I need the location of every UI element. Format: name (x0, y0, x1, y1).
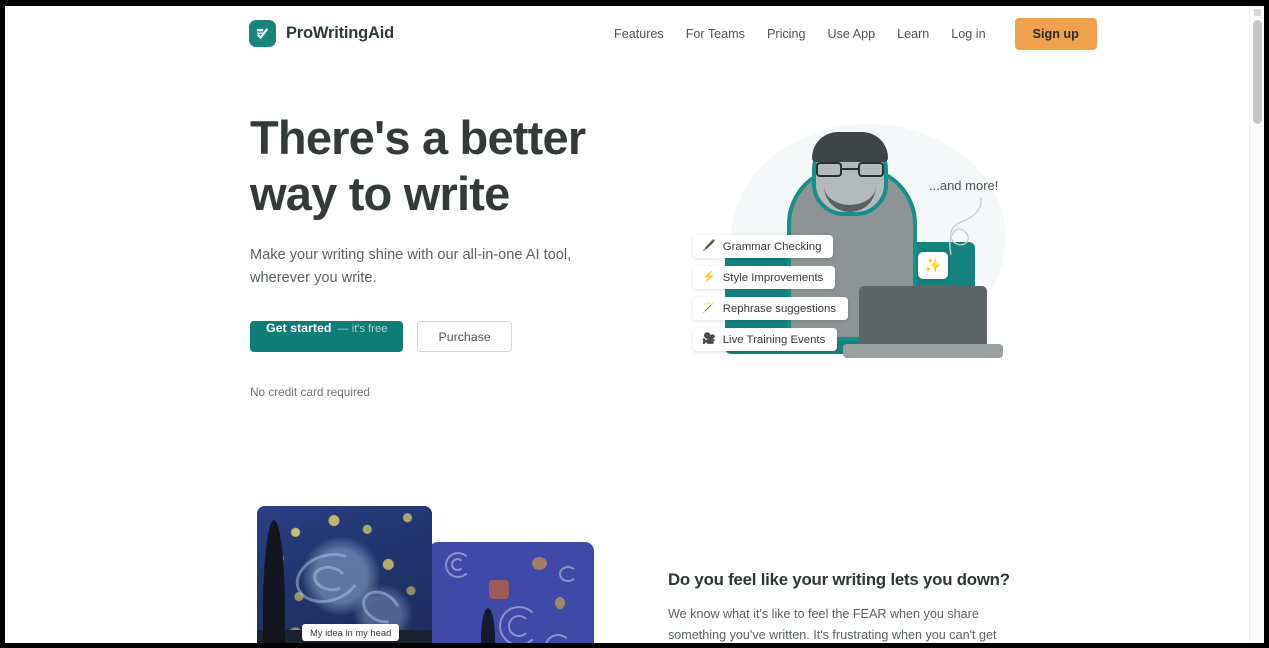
hero-cta-group: Get started — it's free Purchase (250, 321, 630, 352)
get-started-button[interactable]: Get started — it's free (250, 321, 404, 352)
sketch-cypress-tree (481, 608, 495, 643)
nav-link-learn[interactable]: Learn (886, 19, 940, 49)
laptop-base (843, 344, 1003, 358)
prowritingaid-logo-icon (249, 20, 276, 47)
vertical-scrollbar[interactable] (1249, 6, 1264, 643)
feature-pill-rephrase-suggestions: 🪄 Rephrase suggestions (693, 297, 849, 320)
nav-link-pricing[interactable]: Pricing (756, 19, 817, 49)
site-header: ProWritingAid Features For Teams Pricing… (5, 6, 1249, 63)
section2-title: Do you feel like your writing lets you d… (668, 570, 1010, 589)
sketch-dot (532, 557, 547, 570)
primary-nav: Features For Teams Pricing Use App Learn… (603, 18, 1097, 50)
feature-pill-label: Live Training Events (722, 333, 826, 346)
pen-icon: 🖋️ (702, 240, 716, 252)
sketch-swirl (508, 615, 530, 637)
feature-pill-label: Style Improvements (722, 271, 824, 284)
starry-night-illustration: My idea in my head (257, 506, 432, 643)
glasses-icon (816, 162, 884, 177)
browser-viewport: ProWritingAid Features For Teams Pricing… (5, 6, 1264, 643)
feature-pill-live-training-events: 🎥 Live Training Events (693, 328, 838, 351)
hero-text-block: There's a better way to write Make your … (250, 110, 630, 399)
laptop-screen (859, 286, 987, 348)
hero-title: There's a better way to write (250, 110, 630, 222)
glasses-lens-left (816, 162, 842, 177)
and-more-label: ...and more! (929, 178, 999, 193)
scrollbar-up-arrow-icon[interactable] (1254, 9, 1261, 16)
person-hair (812, 132, 888, 162)
section2-text-block: Do you feel like your writing lets you d… (668, 570, 1016, 643)
sketch-dot (489, 580, 509, 599)
hero-title-line-1: There's a better (250, 111, 586, 164)
feature-pill-grammar-checking: 🖋️ Grammar Checking (693, 235, 834, 258)
sketch-swirl (451, 558, 464, 571)
section2-body: We know what it's like to feel the FEAR … (668, 607, 997, 642)
no-credit-card-note: No credit card required (250, 385, 370, 399)
window-frame-bottom (0, 643, 1269, 648)
nav-link-log-in[interactable]: Log in (940, 19, 996, 49)
purchase-button[interactable]: Purchase (417, 321, 512, 352)
brand-logo[interactable]: ProWritingAid (249, 20, 394, 47)
glasses-lens-right (858, 162, 884, 177)
sketch-swirl (545, 634, 571, 643)
glasses-bridge (842, 168, 858, 170)
feature-pill-label: Grammar Checking (722, 240, 822, 253)
sketch-dot (555, 597, 565, 609)
feature-pill-style-improvements: ⚡ Style Improvements (693, 266, 836, 289)
scrollbar-thumb[interactable] (1253, 20, 1262, 124)
sketch-illustration (429, 542, 594, 643)
feature-pill-list: 🖋️ Grammar Checking ⚡ Style Improvements… (693, 235, 849, 351)
squiggle-pointer-icon (949, 197, 982, 255)
page-canvas: ProWritingAid Features For Teams Pricing… (5, 6, 1249, 643)
video-camera-icon: 🎥 (702, 333, 716, 345)
nav-link-features[interactable]: Features (603, 19, 675, 49)
hero-subtitle: Make your writing shine with our all-in-… (250, 247, 572, 286)
sign-up-button[interactable]: Sign up (1014, 18, 1097, 50)
nav-link-for-teams[interactable]: For Teams (675, 19, 756, 49)
lightning-icon: ⚡ (702, 271, 716, 283)
idea-label: My idea in my head (302, 624, 400, 641)
nav-link-use-app[interactable]: Use App (816, 19, 886, 49)
get-started-note: — it's free (337, 323, 388, 335)
hero-illustration: ✨ ...and more! 🖋️ Grammar Checking ⚡ Sty… (673, 104, 1018, 394)
magic-wand-icon: 🪄 (702, 302, 716, 314)
sketch-swirl (559, 566, 577, 582)
hero-title-line-2: way to write (250, 167, 510, 220)
get-started-label: Get started (266, 321, 332, 335)
feature-pill-label: Rephrase suggestions (722, 302, 837, 315)
brand-name: ProWritingAid (286, 24, 395, 42)
